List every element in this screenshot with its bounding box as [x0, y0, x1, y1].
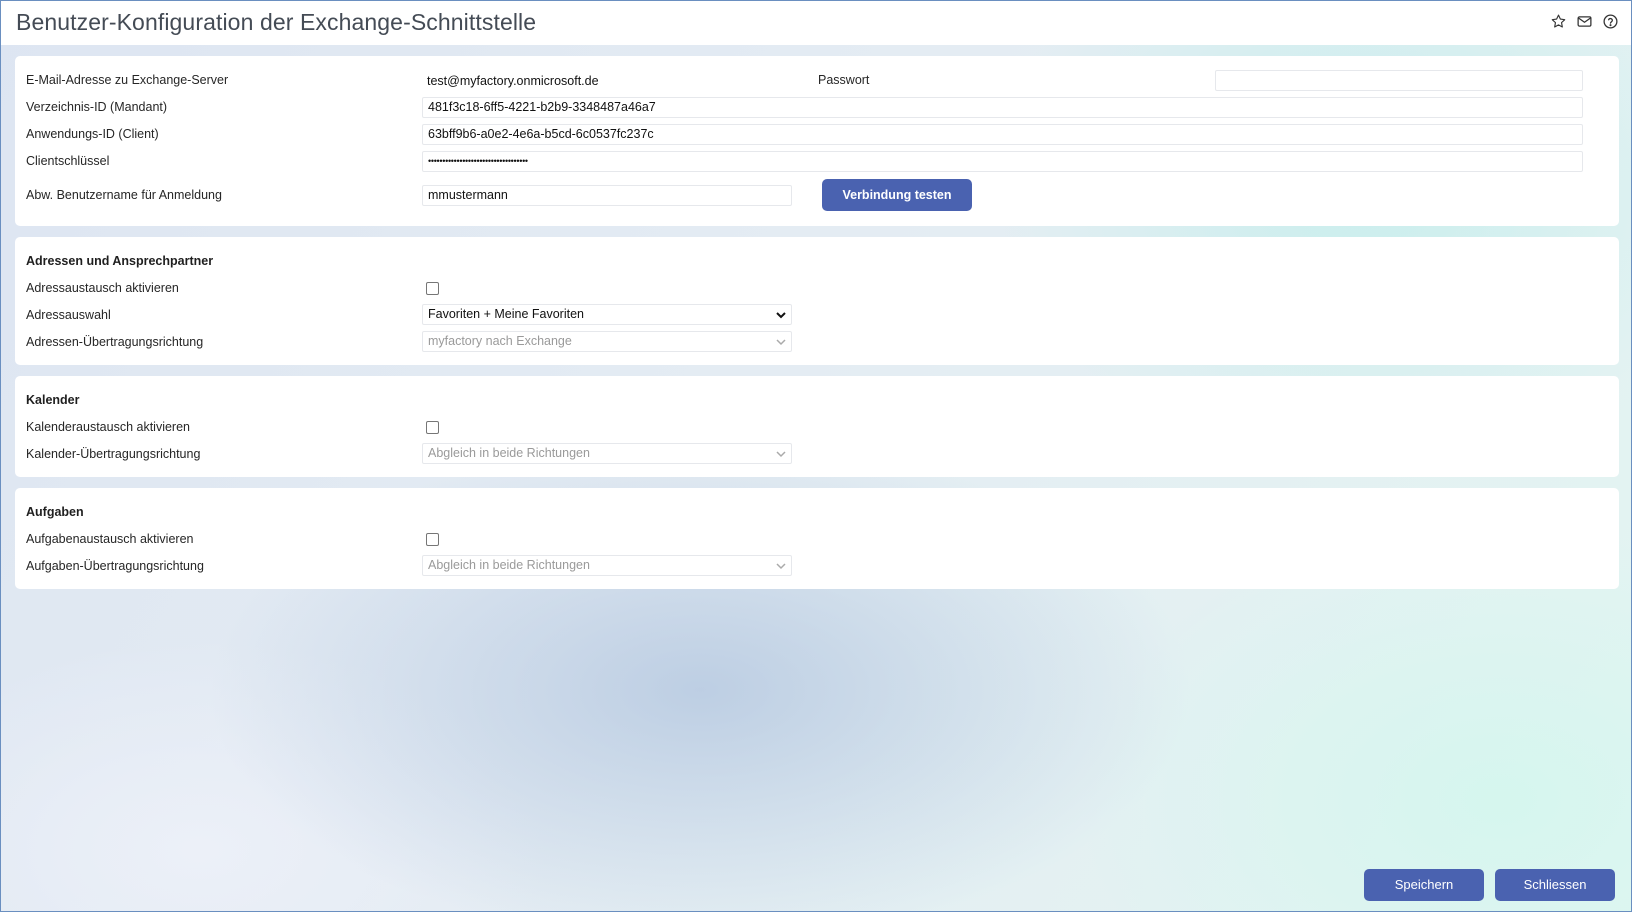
directory-id-field[interactable]: 481f3c18-6ff5-4221-b2b9-3348487a46a7 [422, 97, 1583, 118]
address-direction-label: Adressen-Übertragungsrichtung [26, 335, 204, 349]
password-label: Passwort [818, 73, 870, 87]
star-icon[interactable] [1550, 13, 1567, 30]
chevron-down-icon [776, 339, 786, 346]
header-actions [1550, 13, 1619, 30]
address-exchange-checkbox[interactable] [426, 282, 439, 295]
email-value: test@myfactory.onmicrosoft.de [427, 74, 599, 88]
calendar-direction-select[interactable]: Abgleich in beide Richtungen [422, 443, 792, 464]
tasks-panel: Aufgaben Aufgabenaustausch aktivieren Au… [15, 488, 1619, 589]
task-direction-value: Abgleich in beide Richtungen [428, 558, 590, 572]
address-exchange-label: Adressaustausch aktivieren [26, 281, 179, 295]
tasks-section-title: Aufgaben [26, 505, 84, 519]
calendar-exchange-checkbox[interactable] [426, 421, 439, 434]
username-label: Abw. Benutzername für Anmeldung [26, 188, 222, 202]
save-button[interactable]: Speichern [1364, 869, 1484, 901]
password-field[interactable] [1215, 70, 1583, 91]
chevron-down-icon [776, 451, 786, 458]
chevron-down-icon [776, 563, 786, 570]
calendar-exchange-label: Kalenderaustausch aktivieren [26, 420, 190, 434]
close-button[interactable]: Schliessen [1495, 869, 1615, 901]
page-header: Benutzer-Konfiguration der Exchange-Schn… [1, 1, 1631, 45]
page-title: Benutzer-Konfiguration der Exchange-Schn… [16, 9, 537, 35]
addresses-panel: Adressen und Ansprechpartner Adressausta… [15, 237, 1619, 365]
application-id-field[interactable]: 63bff9b6-a0e2-4e6a-b5cd-6c0537fc237c [422, 124, 1583, 145]
calendar-panel: Kalender Kalenderaustausch aktivieren Ka… [15, 376, 1619, 477]
addresses-section-title: Adressen und Ansprechpartner [26, 254, 214, 268]
connection-panel: E-Mail-Adresse zu Exchange-Server test@m… [15, 56, 1619, 226]
task-direction-select[interactable]: Abgleich in beide Richtungen [422, 555, 792, 576]
address-selection-select[interactable]: Favoriten + Meine Favoriten [422, 304, 792, 325]
client-secret-field[interactable]: ••••••••••••••••••••••••••••••••••• [422, 151, 1583, 172]
email-label: E-Mail-Adresse zu Exchange-Server [26, 73, 229, 87]
task-direction-label: Aufgaben-Übertragungsrichtung [26, 559, 204, 573]
application-id-label: Anwendungs-ID (Client) [26, 127, 159, 141]
username-field[interactable]: mmustermann [422, 185, 792, 206]
address-direction-value: myfactory nach Exchange [428, 334, 572, 348]
calendar-direction-value: Abgleich in beide Richtungen [428, 446, 590, 460]
task-exchange-label: Aufgabenaustausch aktivieren [26, 532, 194, 546]
mail-icon[interactable] [1576, 13, 1593, 30]
chevron-down-icon [776, 312, 786, 319]
calendar-section-title: Kalender [26, 393, 80, 407]
test-connection-button[interactable]: Verbindung testen [822, 179, 972, 211]
address-selection-value: Favoriten + Meine Favoriten [428, 307, 584, 321]
help-icon[interactable] [1602, 13, 1619, 30]
calendar-direction-label: Kalender-Übertragungsrichtung [26, 447, 201, 461]
address-direction-select[interactable]: myfactory nach Exchange [422, 331, 792, 352]
task-exchange-checkbox[interactable] [426, 533, 439, 546]
directory-id-label: Verzeichnis-ID (Mandant) [26, 100, 168, 114]
client-secret-label: Clientschlüssel [26, 154, 110, 168]
address-selection-label: Adressauswahl [26, 308, 111, 322]
